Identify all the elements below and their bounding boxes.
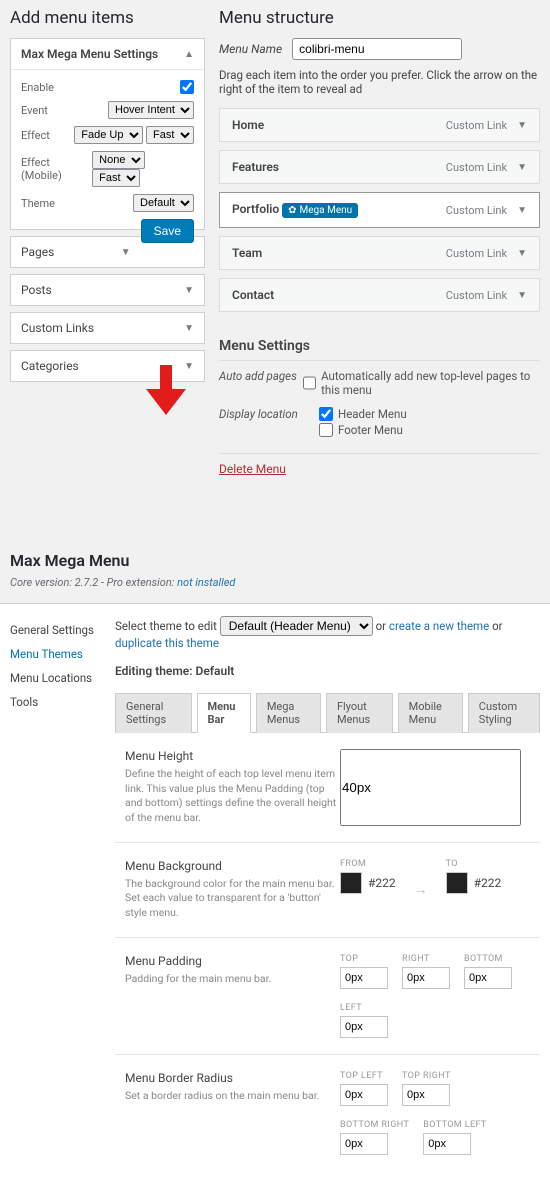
chevron-down-icon: ▼: [184, 285, 194, 296]
theme-tabs: General Settings Menu Bar Mega Menus Fly…: [115, 692, 540, 733]
editing-theme-label: Editing theme: Default: [115, 664, 540, 678]
bg-from-swatch[interactable]: [340, 872, 362, 894]
event-select[interactable]: Hover Intent: [108, 101, 194, 119]
chevron-down-icon: ▼: [184, 323, 194, 334]
effect-mobile-select[interactable]: None: [92, 151, 145, 169]
radius-br-input[interactable]: [340, 1133, 388, 1155]
save-button[interactable]: Save: [141, 219, 194, 243]
menu-item[interactable]: Features Custom Link▼: [219, 150, 540, 184]
footer-menu-checkbox-label[interactable]: Footer Menu: [319, 423, 407, 437]
auto-add-label: Auto add pages: [219, 369, 303, 383]
bg-to-value: #222: [474, 876, 502, 890]
padding-top-input[interactable]: [340, 967, 388, 989]
sidebar-item-menu-themes[interactable]: Menu Themes: [10, 642, 105, 666]
padding-right-input[interactable]: [402, 967, 450, 989]
menu-items-list: Home Custom Link▼ Features Custom Link▼ …: [219, 108, 540, 312]
mega-menu-badge[interactable]: ✿Mega Menu: [282, 203, 358, 218]
chevron-down-icon: ▼: [517, 205, 527, 216]
setting-menu-background: Menu Background The background color for…: [115, 843, 540, 938]
not-installed-link[interactable]: not installed: [177, 576, 235, 589]
tab-custom-styling[interactable]: Custom Styling: [468, 693, 540, 733]
chevron-down-icon: ▼: [121, 247, 131, 258]
setting-menu-padding: Menu Padding Padding for the main menu b…: [115, 938, 540, 1055]
theme-select[interactable]: Default: [133, 194, 194, 212]
effect-label: Effect: [21, 129, 50, 142]
display-location-label: Display location: [219, 407, 319, 421]
chevron-down-icon: ▼: [517, 290, 527, 301]
tab-flyout-menus[interactable]: Flyout Menus: [326, 693, 393, 733]
drag-instructions: Drag each item into the order you prefer…: [219, 68, 540, 96]
gear-icon: ✿: [288, 205, 296, 216]
page-title: Max Mega Menu: [0, 551, 550, 570]
custom-links-panel-toggle[interactable]: Custom Links▼: [11, 313, 204, 343]
enable-checkbox[interactable]: [180, 80, 194, 94]
menu-item[interactable]: Contact Custom Link▼: [219, 278, 540, 312]
chevron-down-icon: ▼: [517, 120, 527, 131]
red-arrow-icon: [146, 365, 186, 415]
radius-tl-input[interactable]: [340, 1084, 388, 1106]
tab-mega-menus[interactable]: Mega Menus: [256, 693, 321, 733]
chevron-down-icon: ▼: [517, 162, 527, 173]
sidebar-item-menu-locations[interactable]: Menu Locations: [10, 666, 105, 690]
mmm-settings-toggle[interactable]: Max Mega Menu Settings ▲: [11, 39, 204, 70]
duplicate-theme-link[interactable]: duplicate this theme: [115, 636, 219, 650]
version-line: Core version: 2.7.2 - Pro extension: not…: [0, 570, 550, 603]
pages-panel-toggle[interactable]: Pages▼: [11, 237, 141, 267]
setting-menu-height: Menu Height Define the height of each to…: [115, 733, 540, 843]
menu-name-input[interactable]: [292, 38, 462, 60]
radius-tr-input[interactable]: [402, 1084, 450, 1106]
sidebar-item-general[interactable]: General Settings: [10, 618, 105, 642]
menu-settings-heading: Menu Settings: [219, 332, 540, 361]
delete-menu-link[interactable]: Delete Menu: [219, 462, 286, 476]
effect-mobile-speed-select[interactable]: Fast: [92, 169, 140, 187]
radius-bl-input[interactable]: [423, 1133, 471, 1155]
enable-label: Enable: [21, 81, 54, 94]
tab-general-settings[interactable]: General Settings: [115, 693, 192, 733]
bg-from-value: #222: [368, 876, 396, 890]
auto-add-checkbox-label[interactable]: Automatically add new top-level pages to…: [303, 369, 540, 397]
footer-menu-checkbox[interactable]: [319, 423, 333, 437]
effect-mobile-label: Effect (Mobile): [21, 156, 92, 182]
sidebar-item-tools[interactable]: Tools: [10, 690, 105, 714]
chevron-up-icon: ▲: [184, 49, 194, 60]
padding-bottom-input[interactable]: [464, 967, 512, 989]
arrow-right-icon: →: [410, 859, 432, 921]
chevron-down-icon: ▼: [517, 248, 527, 259]
structure-heading: Menu structure: [219, 8, 540, 28]
mmm-sidebar: General Settings Menu Themes Menu Locati…: [0, 604, 105, 1181]
menu-name-label: Menu Name: [219, 42, 282, 56]
theme-to-edit-select[interactable]: Default (Header Menu): [220, 616, 373, 636]
padding-left-input[interactable]: [340, 1016, 388, 1038]
auto-add-checkbox[interactable]: [303, 376, 316, 390]
mmm-settings-panel: Max Mega Menu Settings ▲ Enable Event Ho…: [10, 38, 205, 230]
header-menu-checkbox[interactable]: [319, 407, 333, 421]
posts-panel-toggle[interactable]: Posts▼: [11, 275, 204, 305]
create-theme-link[interactable]: create a new theme: [389, 619, 489, 633]
menu-item[interactable]: Home Custom Link▼: [219, 108, 540, 142]
add-items-heading: Add menu items: [10, 8, 205, 28]
menu-item[interactable]: Team Custom Link▼: [219, 236, 540, 270]
event-label: Event: [21, 104, 48, 117]
theme-label: Theme: [21, 197, 55, 210]
effect-select[interactable]: Fade Up: [74, 126, 143, 144]
menu-item[interactable]: Portfolio ✿Mega Menu Custom Link▼: [219, 192, 540, 228]
tab-menu-bar[interactable]: Menu Bar: [197, 693, 251, 733]
setting-menu-border-radius: Menu Border Radius Set a border radius o…: [115, 1055, 540, 1171]
effect-speed-select[interactable]: Fast: [146, 126, 194, 144]
header-menu-checkbox-label[interactable]: Header Menu: [319, 407, 407, 421]
tab-mobile-menu[interactable]: Mobile Menu: [398, 693, 463, 733]
select-theme-label: Select theme to edit: [115, 619, 217, 633]
bg-to-swatch[interactable]: [446, 872, 468, 894]
menu-height-input[interactable]: [340, 749, 521, 826]
